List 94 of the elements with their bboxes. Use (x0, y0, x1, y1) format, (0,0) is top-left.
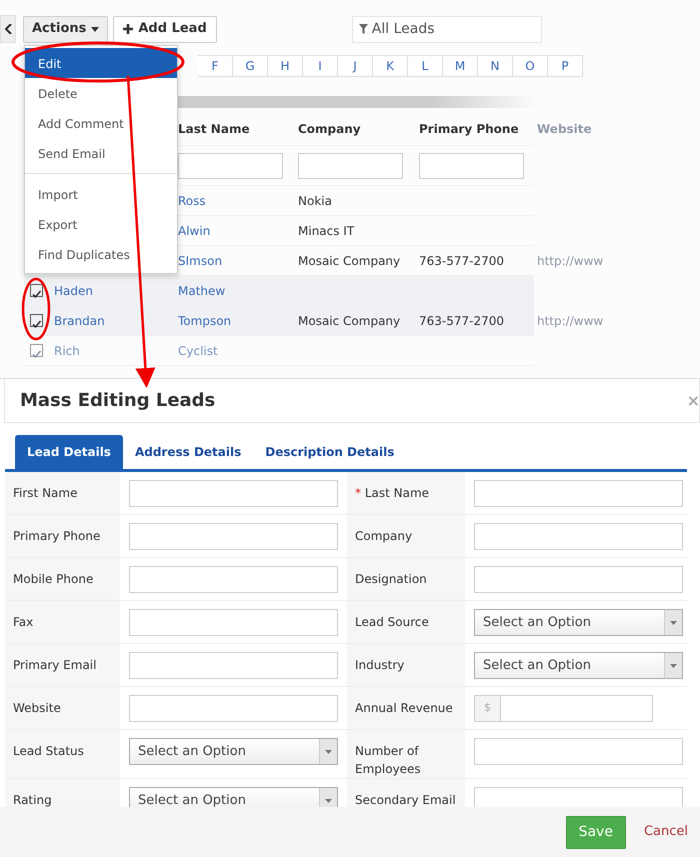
checkbox[interactable] (30, 284, 43, 297)
collapse-tab[interactable] (0, 15, 16, 43)
menu-item[interactable]: Edit (25, 48, 177, 78)
input-field[interactable] (474, 566, 683, 593)
table-cell: 763-577-2700 (419, 254, 504, 268)
checkbox[interactable] (30, 314, 43, 327)
letter-filter[interactable]: K (373, 55, 408, 77)
select-dropdown[interactable]: Select an Option (129, 738, 338, 765)
letter-filter[interactable]: N (478, 55, 513, 77)
letter-filter[interactable]: O (513, 55, 548, 77)
table-cell: http://www (537, 254, 604, 268)
column-filter-field[interactable] (178, 152, 283, 178)
menu-item[interactable]: Send Email (25, 138, 177, 168)
filter-dropdown[interactable]: All Leads (352, 16, 542, 42)
cancel-link[interactable]: Cancel (644, 822, 688, 842)
caret-icon (670, 664, 677, 668)
name-link[interactable]: Ross (178, 194, 206, 208)
table-cell: http://www (537, 314, 604, 328)
field-label: Lead Source (355, 615, 429, 629)
column-header[interactable]: Website (537, 120, 617, 138)
checkbox[interactable] (30, 344, 43, 357)
input-field[interactable] (129, 480, 338, 507)
field-label: Website (13, 701, 61, 715)
select-dropdown[interactable]: Select an Option (474, 652, 683, 679)
name-link[interactable]: Rich (54, 344, 80, 358)
letter-filter[interactable]: P (548, 55, 583, 77)
letter-filter[interactable]: G (233, 55, 268, 77)
input-field[interactable] (474, 480, 683, 507)
modal-title: Mass Editing Leads (20, 389, 216, 413)
caret-icon (91, 26, 100, 32)
letter-filter[interactable]: M (443, 55, 478, 77)
add-lead-button[interactable]: Add Lead (113, 16, 217, 42)
input-field[interactable] (129, 609, 338, 636)
chevron-left-icon (4, 24, 12, 34)
field-label: * Last Name (355, 486, 430, 500)
field-label: First Name (13, 486, 78, 500)
save-button[interactable]: Save (566, 816, 626, 848)
name-link[interactable]: Alwin (178, 224, 210, 238)
field-label: Rating (13, 793, 52, 807)
field-label: Number of Employees (355, 744, 421, 776)
input-field[interactable] (129, 523, 338, 550)
field-label: Lead Status (13, 744, 84, 758)
tab[interactable]: Description Details (253, 435, 406, 469)
filter-icon (358, 24, 368, 34)
actions-button[interactable]: Actions (23, 16, 108, 42)
input-field[interactable] (129, 566, 338, 593)
input-field[interactable] (474, 738, 683, 765)
field-label: Industry (355, 658, 404, 672)
table-cell: 763-577-2700 (419, 314, 504, 328)
highlight-ellipse (22, 278, 50, 340)
plus-icon (123, 24, 134, 34)
field-label: Primary Email (13, 658, 96, 672)
column-header[interactable]: Last Name (178, 120, 298, 138)
field-label: Secondary Email (355, 793, 456, 807)
input-field[interactable] (474, 523, 683, 550)
input-field[interactable] (129, 695, 338, 722)
name-link[interactable]: Brandan (54, 314, 105, 328)
caret-icon (325, 798, 332, 802)
select-dropdown[interactable]: Select an Option (474, 609, 683, 636)
caret-icon (670, 620, 677, 624)
menu-item[interactable]: Delete (25, 78, 177, 108)
name-link[interactable]: Haden (54, 284, 93, 298)
select-dropdown[interactable]: Select an Option (129, 787, 338, 808)
menu-item[interactable]: Add Comment (25, 108, 177, 138)
caret-icon (325, 750, 332, 754)
input-field[interactable] (474, 787, 683, 808)
name-link[interactable]: Mathew (178, 284, 226, 298)
column-filter-field[interactable] (419, 152, 524, 178)
table-cell: Mosaic Company (298, 314, 400, 328)
field-label: Mobile Phone (13, 572, 94, 586)
letter-filter[interactable]: F (198, 55, 233, 77)
tab[interactable]: Lead Details (15, 435, 123, 469)
table-cell: Nokia (298, 194, 332, 208)
column-header[interactable]: Primary Phone (419, 120, 537, 138)
field-label: Company (355, 529, 412, 543)
field-label: Annual Revenue (355, 701, 453, 715)
letter-filter[interactable]: L (408, 55, 443, 77)
table-cell: Minacs IT (298, 224, 354, 238)
column-filter-field[interactable] (298, 152, 403, 178)
column-header[interactable]: Company (298, 120, 419, 138)
name-link[interactable]: SImson (178, 254, 222, 268)
name-link[interactable]: Cyclist (178, 344, 218, 358)
tab[interactable]: Address Details (122, 435, 254, 469)
table-row[interactable]: Rich Cyclist (24, 336, 534, 366)
letter-filter[interactable]: H (268, 55, 303, 77)
input-field[interactable] (129, 652, 338, 679)
table-row[interactable]: Haden Mathew (24, 276, 534, 306)
field-label: Primary Phone (13, 529, 100, 543)
letter-filter[interactable]: I (303, 55, 338, 77)
field-label: Designation (355, 572, 427, 586)
name-link[interactable]: Tompson (178, 314, 232, 328)
table-cell: Mosaic Company (298, 254, 400, 268)
field-label: Fax (13, 615, 34, 629)
letter-filter[interactable]: J (338, 55, 373, 77)
